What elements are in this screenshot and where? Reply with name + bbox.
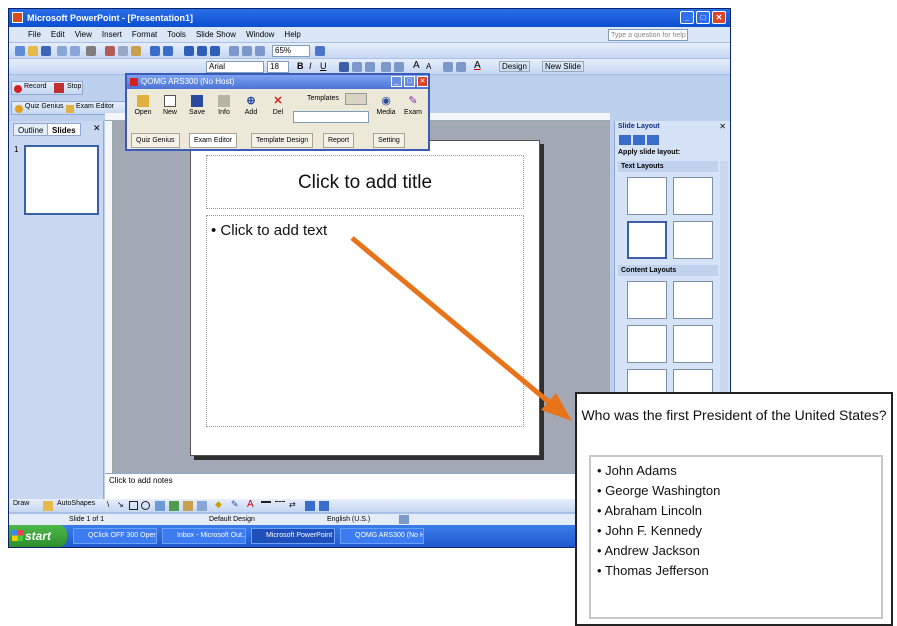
question-callout: Who was the first President of the Unite… — [575, 392, 893, 626]
answer-item: John F. Kennedy — [597, 521, 875, 541]
answer-item: George Washington — [597, 481, 875, 501]
question-text: Who was the first President of the Unite… — [581, 407, 887, 423]
answer-item: John Adams — [597, 461, 875, 481]
answer-list: John Adams George Washington Abraham Lin… — [589, 455, 883, 619]
answer-item: Abraham Lincoln — [597, 501, 875, 521]
answer-item: Thomas Jefferson — [597, 561, 875, 581]
arrow-shaft — [350, 236, 558, 410]
answer-item: Andrew Jackson — [597, 541, 875, 561]
